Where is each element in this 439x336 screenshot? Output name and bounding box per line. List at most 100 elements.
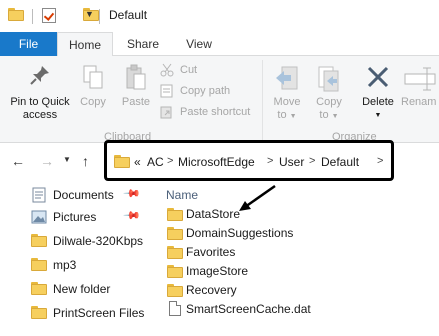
breadcrumb-microsoftedge[interactable]: MicrosoftEdge <box>178 155 255 169</box>
cut-label: Cut <box>180 64 198 76</box>
documents-icon <box>32 187 46 203</box>
file-name: ImageStore <box>186 264 249 278</box>
file-list: Name DataStore DomainSuggestions Favorit… <box>147 181 439 336</box>
chevron-right-icon[interactable]: > <box>377 155 383 167</box>
folder-icon <box>31 258 47 271</box>
tab-file[interactable]: File <box>0 32 57 56</box>
paste-button[interactable]: Paste <box>116 64 156 109</box>
nav-item-label: PrintScreen Files <box>53 306 145 320</box>
list-item-smartscreencache[interactable]: SmartScreenCache.dat <box>167 300 427 319</box>
breadcrumb-overflow[interactable]: « <box>134 155 141 169</box>
delete-icon <box>367 66 389 88</box>
nav-item-printscreen-files[interactable]: PrintScreen Files <box>0 302 147 324</box>
dropdown-arrow-icon: ▼ <box>374 112 382 119</box>
pictures-icon <box>31 210 47 224</box>
nav-item-label: New folder <box>53 282 111 296</box>
pin-icon: 📌 <box>122 184 141 203</box>
copy-button[interactable]: Copy <box>76 64 110 109</box>
folder-icon <box>167 265 183 278</box>
copy-to-line2: to <box>319 109 329 121</box>
annotation-arrow <box>239 184 276 211</box>
back-arrow-icon[interactable]: ← <box>11 153 25 169</box>
address-bar[interactable]: « AC > MicrosoftEdge > User > Default > <box>104 140 394 181</box>
file-icon <box>169 301 181 316</box>
nav-item-dilwale-320kbps[interactable]: Dilwale-320Kbps <box>0 230 147 252</box>
ribbon-tabs: File Home Share View <box>0 32 439 57</box>
divider <box>32 9 33 24</box>
up-arrow-icon[interactable]: ↑ <box>82 153 89 169</box>
pin-label-line2: access <box>22 109 58 121</box>
folder-icon <box>31 234 47 247</box>
nav-item-label: Documents <box>53 188 114 202</box>
recent-locations-icon[interactable]: ▼ <box>63 155 71 164</box>
nav-item-label: Pictures <box>53 210 97 224</box>
properties-icon[interactable] <box>42 8 56 23</box>
breadcrumb-default[interactable]: Default <box>321 155 359 169</box>
move-to-line1: Move <box>273 96 301 108</box>
divider <box>99 9 100 24</box>
pin-icon <box>30 66 49 85</box>
list-item-imagestore[interactable]: ImageStore <box>167 262 427 281</box>
move-to-button[interactable]: Move to ▼ <box>268 64 306 123</box>
chevron-right-icon[interactable]: > <box>309 155 315 167</box>
copy-path-label: Copy path <box>180 85 231 97</box>
move-to-line2: to <box>277 109 287 121</box>
file-name: Recovery <box>186 283 237 297</box>
folder-icon <box>31 306 47 319</box>
breadcrumb-ac[interactable]: AC <box>147 155 164 169</box>
nav-item-label: Dilwale-320Kbps <box>53 234 144 248</box>
folder-icon[interactable] <box>8 8 24 21</box>
ribbon: Pin to Quick access Copy Paste Cut Copy … <box>0 56 439 143</box>
paste-shortcut-icon <box>160 106 172 119</box>
tab-share[interactable]: Share <box>117 32 169 56</box>
group-divider <box>262 60 263 140</box>
move-to-icon <box>276 66 298 90</box>
breadcrumb-user[interactable]: User <box>279 155 304 169</box>
copy-path-button[interactable]: Copy path <box>160 82 230 100</box>
delete-label: Delete <box>362 96 394 108</box>
copy-path-icon <box>160 84 173 98</box>
pin-icon: 📌 <box>122 206 141 225</box>
folder-icon <box>167 284 183 297</box>
forward-arrow-icon[interactable]: → <box>40 153 54 169</box>
nav-item-documents[interactable]: Documents 📌 <box>0 184 147 206</box>
customize-toolbar-icon[interactable]: ▼ <box>85 9 94 19</box>
copy-to-line1: Copy <box>316 96 342 108</box>
window-title: Default <box>109 8 148 22</box>
copy-to-button[interactable]: Copy to ▼ <box>310 64 348 123</box>
file-name: SmartScreenCache.dat <box>186 302 311 316</box>
copy-to-line2-row: to ▼ <box>310 109 348 123</box>
cut-button[interactable]: Cut <box>160 61 197 79</box>
folder-icon <box>114 155 130 168</box>
copy-icon <box>83 65 103 89</box>
paste-icon <box>126 64 146 90</box>
pin-to-quick-access-button[interactable]: Pin to Quick access <box>4 64 76 122</box>
list-item-recovery[interactable]: Recovery <box>167 281 427 300</box>
list-item-favorites[interactable]: Favorites <box>167 243 427 262</box>
nav-item-mp3[interactable]: mp3 <box>0 254 147 276</box>
nav-item-pictures[interactable]: Pictures 📌 <box>0 206 147 228</box>
paste-label: Paste <box>121 96 151 108</box>
paste-shortcut-label: Paste shortcut <box>180 106 251 118</box>
tab-view[interactable]: View <box>174 32 224 56</box>
copy-to-icon <box>318 66 339 92</box>
pin-label-line1: Pin to Quick <box>10 96 70 108</box>
chevron-right-icon[interactable]: > <box>167 155 173 167</box>
title-bar: ▼ Default <box>0 0 439 32</box>
nav-item-new-folder[interactable]: New folder <box>0 278 147 300</box>
rename-button[interactable]: Renam <box>401 64 439 109</box>
delete-button[interactable]: Delete ▼ <box>358 64 398 122</box>
chevron-right-icon[interactable]: > <box>267 155 273 167</box>
dropdown-arrow-icon: ▼ <box>331 113 339 120</box>
navigation-pane: Documents 📌 Pictures 📌 Dilwale-320Kbps m… <box>0 181 147 336</box>
folder-icon <box>31 282 47 295</box>
nav-item-label: mp3 <box>53 258 77 272</box>
rename-icon <box>404 67 436 91</box>
scissors-icon <box>160 63 174 77</box>
tab-home[interactable]: Home <box>57 32 113 57</box>
folder-icon <box>167 246 183 259</box>
copy-label: Copy <box>80 96 106 108</box>
move-to-line2-row: to ▼ <box>268 109 306 123</box>
file-name: Favorites <box>186 245 236 259</box>
paste-shortcut-button[interactable]: Paste shortcut <box>160 103 250 121</box>
